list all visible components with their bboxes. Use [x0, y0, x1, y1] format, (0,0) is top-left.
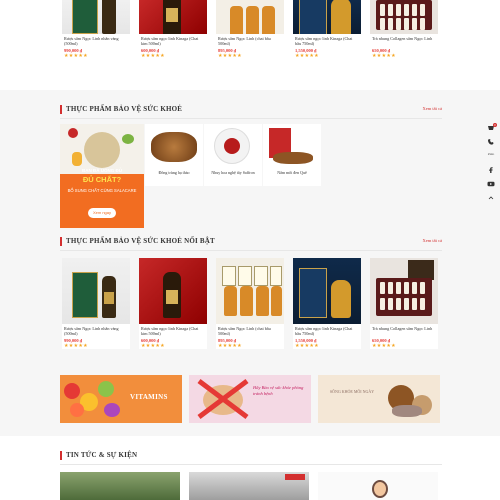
product-image[interactable]	[293, 0, 361, 34]
promo-cta-button[interactable]: Xem ngay	[88, 208, 116, 218]
product-image[interactable]	[62, 258, 130, 324]
category-image[interactable]	[263, 124, 321, 168]
featured-product-card-3[interactable]: Rượu sâm Ngọc Linh (chai bầu 500ml) 895,…	[216, 258, 284, 349]
section-news-header: TIN TỨC & SỰ KIỆN	[60, 450, 442, 465]
banner-text: VITAMINS	[130, 393, 168, 401]
view-all-link[interactable]: Xem tất cả	[423, 106, 443, 111]
news-image-1[interactable]	[60, 472, 180, 500]
rating-stars: ★★★★★	[372, 54, 396, 59]
news-image-3[interactable]	[318, 472, 438, 500]
rating-stars: ★★★★★	[218, 344, 242, 349]
product-image[interactable]	[370, 0, 438, 34]
section-title[interactable]: THỰC PHẨM BẢO VỆ SỨC KHOẺ	[66, 105, 182, 113]
facebook-icon[interactable]	[487, 166, 495, 174]
zalo-label[interactable]: Zalo	[484, 152, 498, 156]
category-label[interactable]: Nấm mối đen Quế	[263, 168, 321, 177]
rating-stars: ★★★★★	[64, 54, 88, 59]
category-label[interactable]: Đông trùng hạ thảo	[145, 168, 203, 177]
top-product-card-4[interactable]: Rượu sâm ngọc linh Kinaga (Chai bầu 750m…	[293, 0, 361, 59]
product-name[interactable]: Rượu sâm ngọc linh Kinaga (Chai kim 500m…	[139, 324, 207, 338]
section-title[interactable]: TIN TỨC & SỰ KIỆN	[66, 451, 137, 459]
promo-line-2: ĐỦ CHẤT?	[82, 175, 122, 184]
cross-icon	[197, 379, 249, 419]
rating-stars: ★★★★★	[141, 344, 165, 349]
product-name[interactable]: Rượu sâm ngọc linh Kinaga (Chai bầu 750m…	[293, 324, 361, 338]
category-item-saffron[interactable]: Nhuỵ hoa nghệ tây Saffron	[204, 124, 262, 186]
section-health-header: THỰC PHẨM BẢO VỆ SỨC KHOẺ Xem tất cả	[60, 104, 443, 119]
floating-contact-bar: 0 Zalo	[484, 123, 498, 208]
promo-banner[interactable]: BẠN ĐÃ UỐNG ĐỦ ĐỦ CHẤT? BỔ SUNG CHẤT CÙN…	[60, 124, 144, 228]
product-image[interactable]	[370, 258, 438, 324]
promo-line-1: BẠN ĐÃ UỐNG ĐỦ	[82, 168, 122, 173]
category-item-cordyceps[interactable]: Đông trùng hạ thảo	[145, 124, 203, 186]
product-name[interactable]: Rượu sâm Ngọc Linh nhãn vàng (500ml)	[62, 324, 130, 338]
product-image[interactable]	[216, 0, 284, 34]
top-product-card-1[interactable]: Rượu sâm Ngọc Linh nhãn vàng (500ml) 990…	[62, 0, 130, 59]
product-name[interactable]: Rượu sâm Ngọc Linh nhãn vàng (500ml)	[62, 34, 130, 48]
section-accent-bar	[60, 451, 62, 460]
product-name[interactable]: Trà nhung Collagen sâm Ngọc Linh	[370, 34, 438, 48]
product-image[interactable]	[139, 0, 207, 34]
product-name[interactable]: Trà nhung Collagen sâm Ngọc Linh	[370, 324, 438, 338]
top-product-card-5[interactable]: Trà nhung Collagen sâm Ngọc Linh 650,000…	[370, 0, 438, 59]
rating-stars: ★★★★★	[64, 344, 88, 349]
section-divider	[60, 118, 442, 119]
cart-badge: 0	[493, 123, 497, 127]
product-name[interactable]: Rượu sâm ngọc linh Kinaga (Chai bầu 750m…	[293, 34, 361, 48]
chevron-up-icon[interactable]	[487, 194, 495, 202]
top-product-card-2[interactable]: Rượu sâm ngọc linh Kinaga (Chai kim 500m…	[139, 0, 207, 59]
featured-product-card-2[interactable]: Rượu sâm ngọc linh Kinaga (Chai kim 500m…	[139, 258, 207, 349]
section-divider	[60, 250, 442, 251]
youtube-icon[interactable]	[487, 180, 495, 188]
top-product-card-3[interactable]: Rượu sâm Ngọc Linh (chai bầu 500ml) 895,…	[216, 0, 284, 59]
product-image[interactable]	[62, 0, 130, 34]
banner-health-protect[interactable]: Hãy Bảo vệ sức khỏe phòng tránh bệnh	[189, 375, 311, 423]
banner-text: Hãy Bảo vệ sức khỏe phòng tránh bệnh	[253, 385, 304, 396]
section-title[interactable]: THỰC PHẨM BẢO VỆ SỨC KHOẺ NỔI BẬT	[66, 237, 215, 245]
page: Rượu sâm Ngọc Linh nhãn vàng (500ml) 990…	[0, 0, 500, 500]
product-name[interactable]: Rượu sâm ngọc linh Kinaga (Chai kim 500m…	[139, 34, 207, 48]
section-accent-bar	[60, 105, 62, 114]
category-item-mushroom[interactable]: Nấm mối đen Quế	[263, 124, 321, 186]
product-name[interactable]: Rượu sâm Ngọc Linh (chai bầu 500ml)	[216, 34, 284, 48]
section-accent-bar	[60, 237, 62, 246]
rating-stars: ★★★★★	[295, 54, 319, 59]
category-image[interactable]	[145, 124, 203, 168]
product-name[interactable]: Rượu sâm Ngọc Linh (chai bầu 500ml)	[216, 324, 284, 338]
banner-healthy-life[interactable]: SỐNG KHỎE MỖI NGÀY	[318, 375, 440, 423]
promo-line-3: BỔ SUNG CHẤT CÙNG SALACARE	[67, 188, 137, 193]
section-divider	[60, 464, 442, 465]
rating-stars: ★★★★★	[295, 344, 319, 349]
rating-stars: ★★★★★	[372, 344, 396, 349]
view-all-link[interactable]: Xem tất cả	[423, 238, 443, 243]
product-image[interactable]	[293, 258, 361, 324]
category-image[interactable]	[204, 124, 262, 168]
news-image-2[interactable]	[189, 472, 309, 500]
category-label[interactable]: Nhuỵ hoa nghệ tây Saffron	[204, 168, 262, 177]
featured-product-card-5[interactable]: Trà nhung Collagen sâm Ngọc Linh 650,000…	[370, 258, 438, 349]
featured-product-card-1[interactable]: Rượu sâm Ngọc Linh nhãn vàng (500ml) 990…	[62, 258, 130, 349]
capsule-image	[84, 132, 120, 168]
phone-icon[interactable]	[487, 138, 495, 146]
banner-vitamins[interactable]: VITAMINS	[60, 375, 182, 423]
product-image[interactable]	[139, 258, 207, 324]
section-featured-header: THỰC PHẨM BẢO VỆ SỨC KHOẺ NỔI BẬT Xem tấ…	[60, 236, 443, 251]
banner-text: SỐNG KHỎE MỖI NGÀY	[329, 389, 375, 394]
product-image[interactable]	[216, 258, 284, 324]
featured-product-card-4[interactable]: Rượu sâm ngọc linh Kinaga (Chai bầu 750m…	[293, 258, 361, 349]
rating-stars: ★★★★★	[218, 54, 242, 59]
rating-stars: ★★★★★	[141, 54, 165, 59]
